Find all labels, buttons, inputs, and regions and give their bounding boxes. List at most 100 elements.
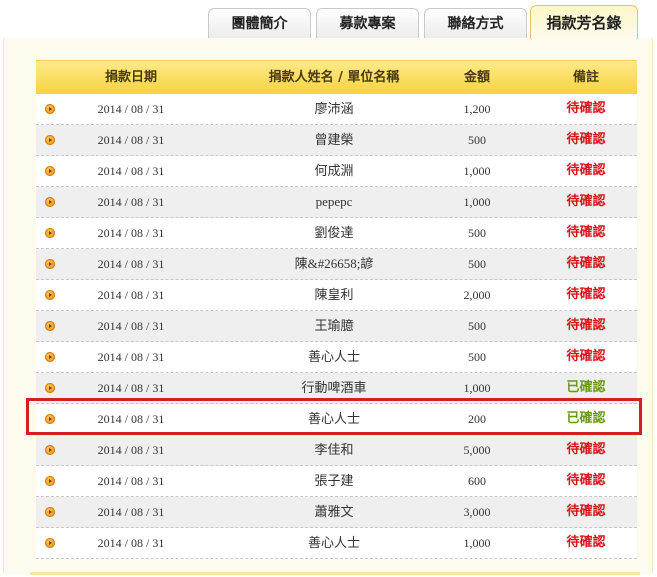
- table-header: 捐款日期 捐款人姓名 / 單位名稱 金額 備註: [36, 60, 637, 95]
- donation-amount: 600: [468, 474, 486, 488]
- panel-bottom-border: [30, 572, 640, 575]
- donor-name: 廖沛涵: [314, 101, 354, 116]
- table-row: 2014 / 08 / 31 李佳和 5,000 待確認: [36, 435, 637, 466]
- donation-date: 2014 / 08 / 31: [97, 536, 165, 550]
- table-row: 2014 / 08 / 31 行動啤酒車 1,000 已確認: [36, 373, 637, 404]
- bullet-arrow-icon: [45, 476, 55, 486]
- status-badge: 待確認: [566, 256, 606, 271]
- status-badge: 待確認: [566, 442, 606, 457]
- status-badge: 待確認: [566, 504, 606, 519]
- header-name: 捐款人姓名 / 單位名稱: [268, 70, 400, 85]
- bullet-arrow-icon: [45, 104, 55, 114]
- header-note: 備註: [572, 70, 599, 85]
- donor-name: 善心人士: [307, 411, 360, 426]
- table-row: 2014 / 08 / 31 王瑜臆 500 待確認: [36, 311, 637, 342]
- donation-amount: 500: [468, 226, 486, 240]
- donor-name: 王瑜臆: [314, 318, 354, 333]
- donation-amount: 500: [468, 257, 486, 271]
- donation-amount: 2,000: [463, 288, 491, 302]
- tab-donor-list[interactable]: 捐款芳名錄: [530, 5, 638, 39]
- donation-date: 2014 / 08 / 31: [97, 195, 165, 209]
- donation-amount: 1,200: [463, 102, 491, 116]
- donation-date: 2014 / 08 / 31: [97, 443, 165, 457]
- donor-name: 劉俊達: [314, 225, 354, 240]
- header-date: 捐款日期: [104, 70, 157, 85]
- donation-date: 2014 / 08 / 31: [97, 474, 165, 488]
- donor-name: 陳皇利: [314, 287, 354, 302]
- bullet-arrow-icon: [45, 228, 55, 238]
- table-row: 2014 / 08 / 31 曾建榮 500 待確認: [36, 125, 637, 156]
- bullet-arrow-icon: [45, 507, 55, 517]
- donation-amount: 200: [468, 412, 486, 426]
- status-badge: 待確認: [566, 473, 606, 488]
- donation-amount: 1,000: [463, 536, 491, 550]
- table-row: 2014 / 08 / 31 pepepc 1,000 待確認: [36, 187, 637, 218]
- table-row: 2014 / 08 / 31 陳皇利 2,000 待確認: [36, 280, 637, 311]
- tab-group-intro[interactable]: 團體簡介: [208, 8, 311, 38]
- table-row: 2014 / 08 / 31 廖沛涵 1,200 待確認: [36, 94, 637, 125]
- donation-date: 2014 / 08 / 31: [97, 102, 165, 116]
- donor-name: 蕭雅文: [314, 504, 354, 519]
- donation-date: 2014 / 08 / 31: [97, 226, 165, 240]
- donor-name: pepepc: [315, 194, 353, 209]
- status-badge: 已確認: [566, 380, 606, 395]
- donor-name: 善心人士: [307, 349, 360, 364]
- bullet-arrow-icon: [45, 166, 55, 176]
- status-badge: 待確認: [566, 194, 606, 209]
- donation-amount: 3,000: [463, 505, 491, 519]
- donation-date: 2014 / 08 / 31: [97, 319, 165, 333]
- donation-date: 2014 / 08 / 31: [97, 505, 165, 519]
- donation-date: 2014 / 08 / 31: [97, 133, 165, 147]
- bullet-arrow-icon: [45, 414, 55, 424]
- table-row: 2014 / 08 / 31 陳&#26658;諺 500 待確認: [36, 249, 637, 280]
- table-row: 2014 / 08 / 31 善心人士 200 已確認: [36, 404, 637, 435]
- status-badge: 待確認: [566, 101, 606, 116]
- bullet-arrow-icon: [45, 445, 55, 455]
- bullet-arrow-icon: [45, 135, 55, 145]
- donation-amount: 5,000: [463, 443, 491, 457]
- bullet-arrow-icon: [45, 352, 55, 362]
- donation-date: 2014 / 08 / 31: [97, 164, 165, 178]
- table-row: 2014 / 08 / 31 善心人士 1,000 待確認: [36, 528, 637, 559]
- donation-date: 2014 / 08 / 31: [97, 288, 165, 302]
- header-amount: 金額: [463, 70, 490, 85]
- donor-name: 何成淵: [314, 163, 354, 178]
- bullet-arrow-icon: [45, 321, 55, 331]
- bullet-arrow-icon: [45, 290, 55, 300]
- donor-table-body: 2014 / 08 / 31 廖沛涵 1,200 待確認 2014 / 08 / 31 曾…: [36, 94, 637, 559]
- donation-amount: 1,000: [463, 164, 491, 178]
- status-badge: 待確認: [566, 535, 606, 550]
- donation-amount: 500: [468, 350, 486, 364]
- donation-amount: 500: [468, 319, 486, 333]
- donation-amount: 500: [468, 133, 486, 147]
- bullet-arrow-icon: [45, 197, 55, 207]
- donor-name: 陳&#26658;諺: [294, 256, 374, 271]
- status-badge: 已確認: [566, 411, 606, 426]
- donation-date: 2014 / 08 / 31: [97, 257, 165, 271]
- table-row: 2014 / 08 / 31 劉俊達 500 待確認: [36, 218, 637, 249]
- donor-name: 李佳和: [314, 442, 354, 457]
- status-badge: 待確認: [566, 163, 606, 178]
- tab-fundraising-projects[interactable]: 募款專案: [316, 8, 419, 38]
- bullet-arrow-icon: [45, 259, 55, 269]
- status-badge: 待確認: [566, 349, 606, 364]
- table-row: 2014 / 08 / 31 蕭雅文 3,000 待確認: [36, 497, 637, 528]
- donation-date: 2014 / 08 / 31: [97, 412, 165, 426]
- table-row: 2014 / 08 / 31 善心人士 500 待確認: [36, 342, 637, 373]
- donor-name: 行動啤酒車: [301, 380, 367, 395]
- donation-date: 2014 / 08 / 31: [97, 350, 165, 364]
- donation-amount: 1,000: [463, 381, 491, 395]
- donation-amount: 1,000: [463, 195, 491, 209]
- bullet-arrow-icon: [45, 383, 55, 393]
- donation-date: 2014 / 08 / 31: [97, 381, 165, 395]
- status-badge: 待確認: [566, 287, 606, 302]
- donor-name: 張子建: [314, 473, 354, 488]
- donor-name: 曾建榮: [314, 132, 354, 147]
- status-badge: 待確認: [566, 132, 606, 147]
- tab-contact[interactable]: 聯絡方式: [424, 8, 527, 38]
- status-badge: 待確認: [566, 318, 606, 333]
- table-row: 2014 / 08 / 31 張子建 600 待確認: [36, 466, 637, 497]
- status-badge: 待確認: [566, 225, 606, 240]
- donor-name: 善心人士: [307, 535, 360, 550]
- bullet-arrow-icon: [45, 538, 55, 548]
